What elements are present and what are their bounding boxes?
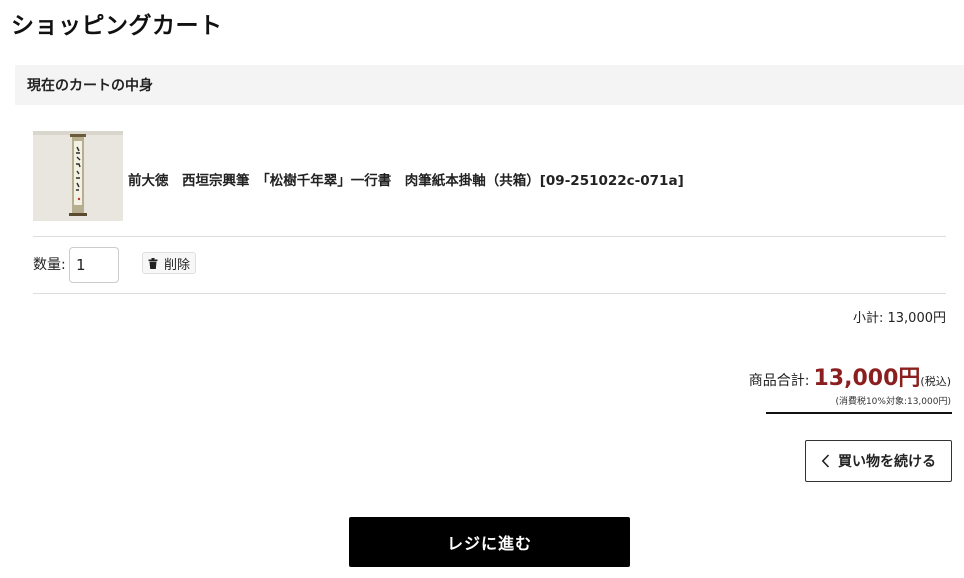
trash-icon	[148, 257, 158, 269]
checkout-label: レジに進む	[446, 534, 532, 553]
total-label: 商品合計:	[748, 373, 810, 389]
subtotal: 小計: 13,000円	[853, 311, 946, 326]
continue-shopping-button[interactable]: 買い物を続ける	[805, 440, 952, 482]
total-amount: 13,000円	[813, 366, 921, 391]
item-divider-bottom	[33, 293, 946, 294]
total-underline	[766, 412, 952, 414]
hanging-scroll-image	[33, 131, 123, 221]
tax-included-label: (税込)	[920, 375, 951, 388]
continue-shopping-label: 買い物を続ける	[838, 454, 936, 470]
product-thumbnail[interactable]	[33, 131, 123, 221]
tax-note: (消費税10%対象:13,000円)	[835, 397, 951, 407]
item-divider-top	[33, 236, 946, 237]
cart-section-title: 現在のカートの中身	[27, 78, 153, 94]
product-name[interactable]: 前大徳 西垣宗興筆 「松樹千年翠」一行書 肉筆紙本掛軸（共箱）[09-25102…	[128, 169, 684, 189]
quantity-label: 数量:	[33, 257, 66, 273]
delete-label: 削除	[164, 257, 191, 273]
chevron-left-icon	[821, 454, 830, 468]
cart-section-header: 現在のカートの中身	[15, 65, 964, 105]
total-row: 商品合計: 13,000円 (税込)	[749, 360, 951, 392]
checkout-button[interactable]: レジに進む	[349, 517, 630, 567]
quantity-input[interactable]	[69, 247, 119, 283]
page-title: ショッピングカート	[11, 13, 223, 39]
delete-button[interactable]: 削除	[142, 252, 197, 274]
